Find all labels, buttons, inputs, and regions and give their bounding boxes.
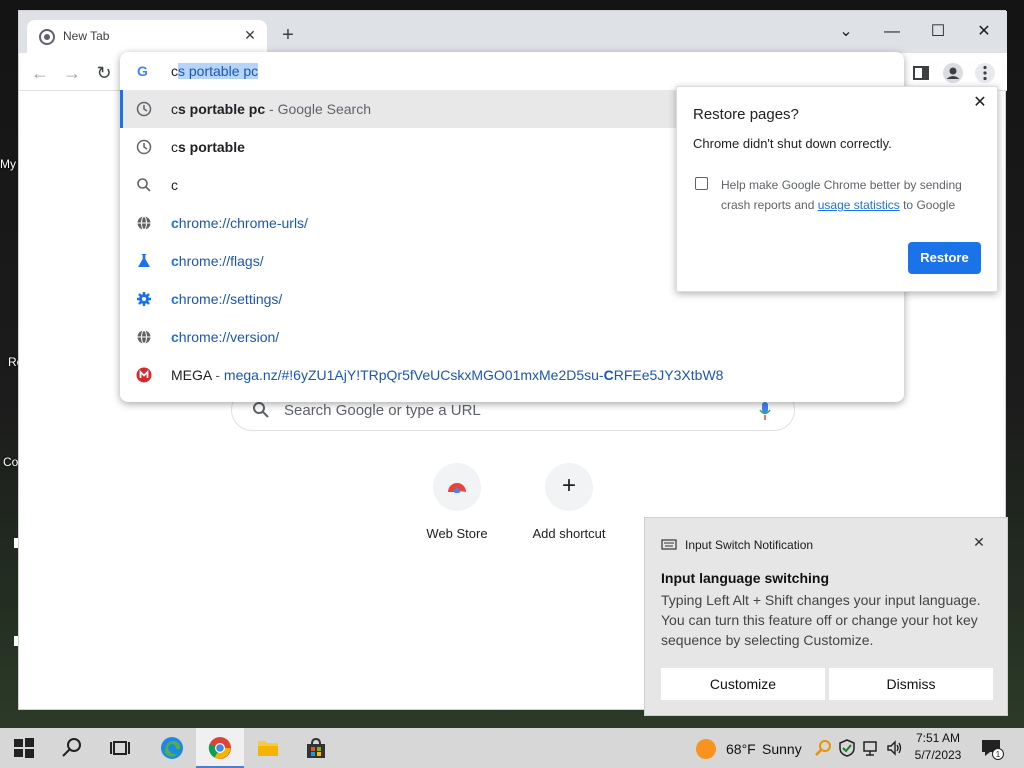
chrome-icon <box>208 737 231 759</box>
task-view-icon <box>110 741 130 755</box>
profile-icon[interactable] <box>942 62 964 84</box>
omnibox-text[interactable]: cs portable pc <box>171 63 259 79</box>
usage-statistics-link[interactable]: usage statistics <box>818 198 900 212</box>
close-icon[interactable]: ✕ <box>971 94 989 112</box>
search-icon <box>253 402 269 418</box>
customize-button[interactable]: Customize <box>661 668 825 700</box>
add-shortcut-icon-bg: + <box>545 463 593 511</box>
shortcut-label: Add shortcut <box>532 526 606 541</box>
ntp-search-placeholder: Search Google or type a URL <box>284 402 481 419</box>
search-icon <box>62 738 81 757</box>
suggestion-text: chrome://chrome-urls/ <box>171 215 308 231</box>
tab-strip: New Tab ✕ + ⌄ — ☐ ✕ <box>19 11 1007 53</box>
suggestion-text: chrome://version/ <box>171 329 280 345</box>
suggestion-item[interactable]: chrome://version/ <box>120 318 904 356</box>
tab-close-icon[interactable]: ✕ <box>241 26 259 44</box>
network-icon[interactable] <box>862 739 880 757</box>
edge-icon <box>161 737 183 759</box>
search-tray-icon[interactable] <box>814 739 832 757</box>
notification-icon: 1 <box>982 740 1004 760</box>
search-icon <box>137 178 151 192</box>
tab-new-tab[interactable]: New Tab ✕ <box>27 20 267 53</box>
weather-temperature[interactable]: 68°F <box>726 741 756 757</box>
crash-report-checkbox[interactable] <box>695 177 708 190</box>
back-button[interactable]: ← <box>29 62 51 84</box>
start-button[interactable] <box>0 728 48 768</box>
omnibox-selected-completion: s portable pc <box>178 63 259 79</box>
notification-body: Typing Left Alt + Shift changes your inp… <box>661 592 981 648</box>
globe-icon <box>137 216 151 230</box>
restore-title: Restore pages? <box>693 106 799 123</box>
task-view-button[interactable] <box>96 728 144 768</box>
input-switch-notification: Input Switch Notification ✕ Input langua… <box>644 517 1008 716</box>
suggestion-text: cs portable pc - Google Search <box>171 101 371 117</box>
reload-button[interactable]: ↻ <box>93 62 115 84</box>
store-icon <box>307 737 325 758</box>
taskbar-search-button[interactable] <box>48 728 96 768</box>
notification-title: Input language switching <box>661 570 829 586</box>
sun-icon[interactable] <box>696 739 716 759</box>
globe-icon <box>137 330 151 344</box>
shortcut-add[interactable]: + Add shortcut <box>513 463 625 553</box>
plus-icon: + <box>561 472 576 499</box>
side-panel-icon[interactable] <box>910 62 932 84</box>
suggestion-text: chrome://flags/ <box>171 253 264 269</box>
taskbar-chrome[interactable] <box>196 728 244 768</box>
tab-title: New Tab <box>63 29 110 43</box>
history-icon <box>136 139 152 155</box>
microphone-icon[interactable] <box>758 401 772 421</box>
web-store-icon <box>448 483 466 493</box>
volume-icon[interactable] <box>886 739 904 757</box>
desktop-icon-label[interactable]: Co <box>3 455 18 469</box>
desktop-icon-label[interactable]: My <box>0 157 16 171</box>
action-center-button[interactable]: 1 <box>980 738 1004 760</box>
maximize-button[interactable]: ☐ <box>915 17 961 47</box>
shortcut-label: Web Store <box>426 526 488 541</box>
restore-pages-dialog: Restore pages? ✕ Chrome didn't shut down… <box>676 86 998 292</box>
suggestion-item-mega[interactable]: MEGA - mega.nz/#!6yZU1AjY!TRpQr5fVeUCskx… <box>120 356 904 394</box>
taskbar-file-explorer[interactable] <box>244 728 292 768</box>
selection-indicator <box>120 90 123 128</box>
omnibox-input[interactable]: G cs portable pc <box>120 52 904 90</box>
mega-icon <box>136 367 152 383</box>
gear-icon <box>137 292 151 306</box>
dismiss-button[interactable]: Dismiss <box>829 668 993 700</box>
omnibox-typed-text: c <box>171 63 178 79</box>
suggestion-text: c <box>171 177 178 193</box>
google-g-icon: G <box>137 63 148 79</box>
flask-icon <box>138 254 150 267</box>
shortcut-web-store[interactable]: Web Store <box>401 463 513 553</box>
notification-app-name: Input Switch Notification <box>685 538 814 552</box>
close-window-button[interactable]: ✕ <box>961 17 1007 47</box>
folder-icon <box>258 741 278 756</box>
windows-icon <box>14 738 34 758</box>
taskbar-edge[interactable] <box>148 728 196 768</box>
keyboard-icon <box>661 539 677 550</box>
menu-kebab-icon[interactable] <box>974 62 996 84</box>
clock-date[interactable]: 5/7/2023 <box>908 748 968 762</box>
restore-message: Chrome didn't shut down correctly. <box>693 136 892 151</box>
restore-button[interactable]: Restore <box>908 242 981 274</box>
minimize-button[interactable]: — <box>869 17 915 47</box>
taskbar-store[interactable] <box>292 728 340 768</box>
chrome-icon <box>39 29 55 45</box>
security-shield-icon[interactable] <box>838 739 856 757</box>
close-icon[interactable]: ✕ <box>971 534 987 550</box>
weather-condition[interactable]: Sunny <box>762 741 802 757</box>
clock-time[interactable]: 7:51 AM <box>908 731 968 745</box>
suggestion-text: cs portable <box>171 139 245 155</box>
forward-button[interactable]: → <box>61 62 83 84</box>
suggestion-text: chrome://settings/ <box>171 291 283 307</box>
crash-report-label: Help make Google Chrome better by sendin… <box>721 178 962 212</box>
history-icon <box>136 101 152 117</box>
notification-count: 1 <box>996 750 1001 759</box>
suggestion-text: MEGA - mega.nz/#!6yZU1AjY!TRpQr5fVeUCskx… <box>171 367 724 383</box>
new-tab-button[interactable]: + <box>277 25 299 47</box>
tab-search-icon[interactable]: ⌄ <box>823 17 869 47</box>
web-store-icon-bg <box>433 463 481 511</box>
